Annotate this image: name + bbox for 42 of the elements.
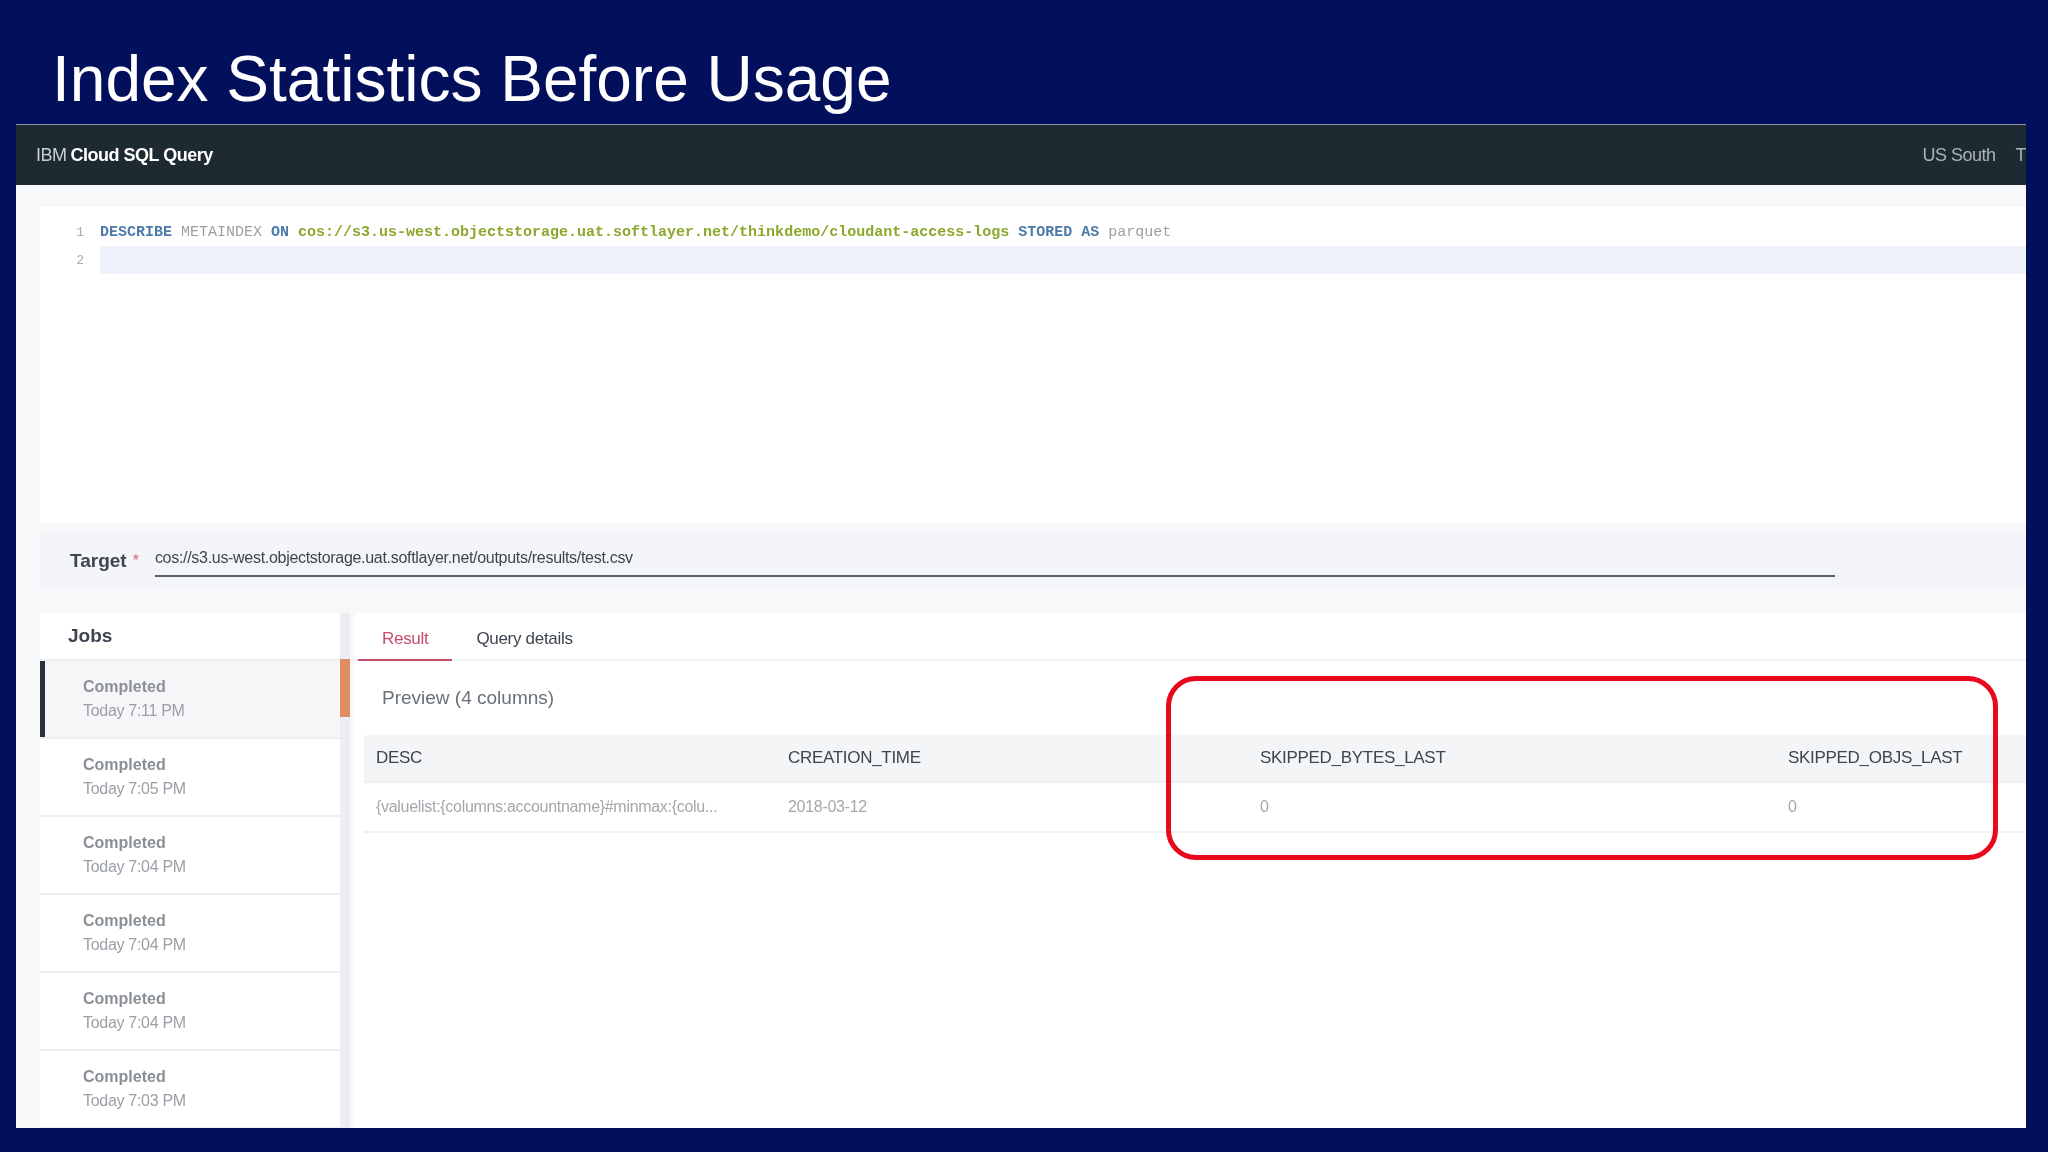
table-cell-text: {valuelist:{columns:accountname}#minmax:{colu...: [375, 798, 719, 816]
table-cell-text: 0: [1259, 798, 1270, 816]
column-header: SKIPPED_BYTES_LAST: [1259, 748, 1447, 768]
code-line: DESCRIBE METAINDEX ON cos://s3.us-west.objectstorage.uat.softlayer.net/thinkdemo/cloudant-access-logs STORED AS parquet: [100, 222, 1173, 243]
job-time: Today 7:04 PM: [83, 858, 187, 876]
column-header: CREATION_TIME: [787, 748, 922, 768]
job-item[interactable]: Completed Today 7:11 PM: [40, 661, 340, 737]
code-editor[interactable]: 1 DESCRIBE METAINDEX ON cos://s3.us-west.objectstorage.uat.softlayer.net/thinkdemo/cloudant-access-logs STORED AS parquet 2: [40, 205, 2026, 523]
job-status: Completed: [83, 1068, 167, 1086]
job-status: Completed: [83, 912, 167, 930]
jobs-title: Jobs: [40, 613, 340, 661]
brand-name: IBM Cloud SQL Query: [36, 144, 213, 166]
result-tab[interactable]: Result: [358, 629, 453, 661]
result-tab[interactable]: Query details: [452, 629, 597, 661]
job-status: Completed: [83, 678, 167, 696]
job-time: Today 7:11 PM: [83, 702, 186, 720]
job-time: Today 7:03 PM: [83, 1092, 187, 1110]
job-time: Today 7:05 PM: [83, 780, 187, 798]
job-item[interactable]: Completed Today 7:04 PM: [40, 973, 340, 1049]
column-header: SKIPPED_OBJS_LAST: [1787, 748, 1964, 768]
table-cell-text: 0: [1787, 798, 1798, 816]
job-item[interactable]: Completed Today 7:04 PM: [40, 817, 340, 893]
line-number: 1: [75, 224, 85, 240]
job-status: Completed: [83, 834, 167, 852]
job-item[interactable]: Completed Today 7:04 PM: [40, 895, 340, 971]
job-status: Completed: [83, 756, 167, 774]
job-item[interactable]: Completed Today 7:03 PM: [40, 1051, 340, 1127]
required-mark: *: [132, 552, 139, 570]
job-status: Completed: [83, 990, 167, 1008]
job-item[interactable]: Completed Today 7:05 PM: [40, 739, 340, 815]
header-link[interactable]: T: [2015, 144, 2026, 166]
header-link[interactable]: US South: [1922, 144, 1996, 166]
target-label: Target: [70, 550, 127, 572]
column-header: DESC: [375, 748, 424, 768]
preview-title: Preview (4 columns): [382, 687, 555, 708]
job-time: Today 7:04 PM: [83, 936, 187, 954]
scrollbar-thumb[interactable]: [340, 659, 350, 717]
line-number: 2: [75, 252, 85, 268]
table-cell-text: 2018-03-12: [787, 798, 868, 816]
slide-title: Index Statistics Before Usage: [51, 42, 893, 117]
job-time: Today 7:04 PM: [83, 1014, 187, 1032]
target-field[interactable]: cos://s3.us-west.objectstorage.uat.softlayer.net/outputs/results/test.csv: [154, 545, 1835, 577]
